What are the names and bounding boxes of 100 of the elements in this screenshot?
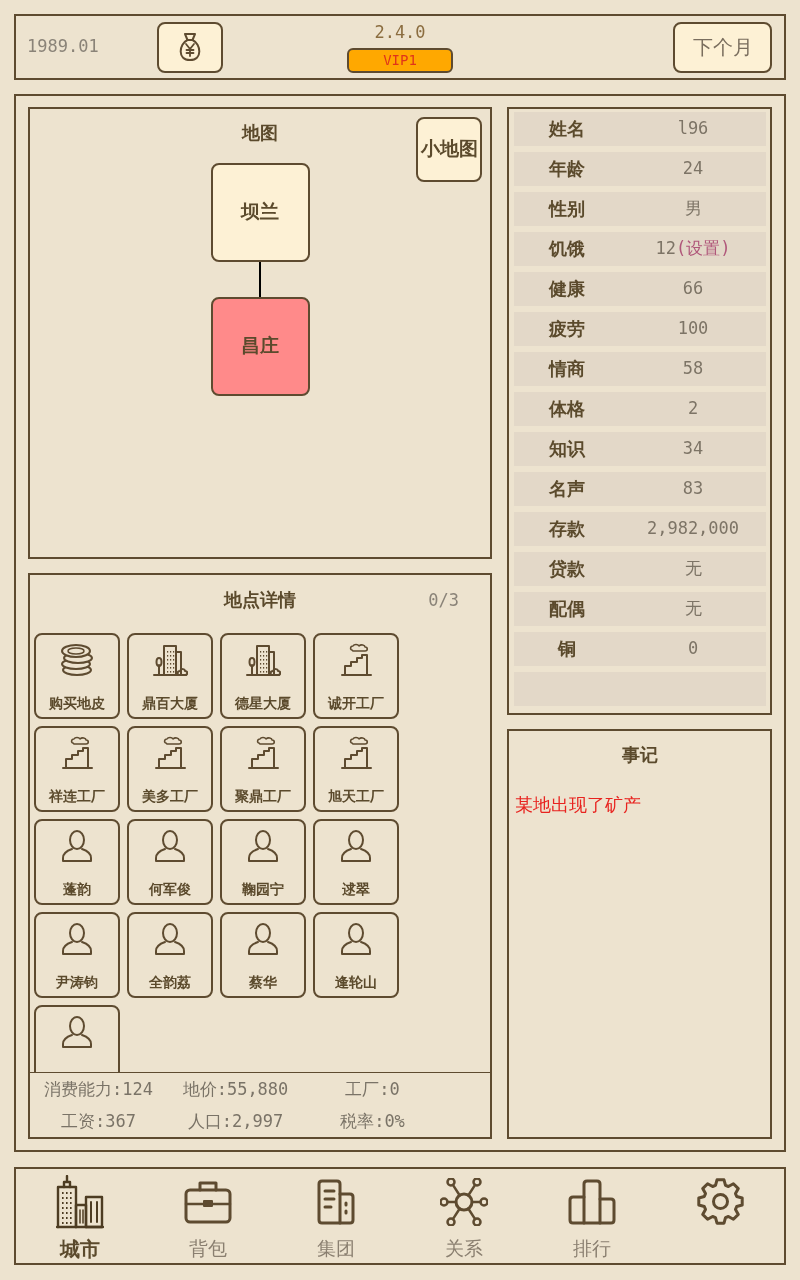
field-label: 性别 bbox=[549, 197, 585, 221]
card-label: 尹涛钧 bbox=[56, 973, 98, 991]
location-card[interactable]: 德星大厦 bbox=[220, 633, 306, 719]
field-label: 情商 bbox=[549, 357, 585, 381]
card-label: 鞠园宁 bbox=[242, 880, 284, 898]
field-label: 饥饿 bbox=[549, 237, 585, 261]
vip-badge: VIP1 bbox=[347, 47, 453, 73]
factory-icon bbox=[338, 643, 374, 677]
stat-text: 地价:55,880 bbox=[182, 1078, 289, 1101]
map-title: 地图 bbox=[242, 123, 278, 143]
field-value: 12 bbox=[655, 237, 676, 261]
person-icon bbox=[247, 922, 279, 956]
minimap-button[interactable]: 小地图 bbox=[416, 117, 482, 182]
field-value: 100 bbox=[677, 317, 709, 341]
gear-icon bbox=[696, 1178, 744, 1225]
factory-icon bbox=[245, 736, 281, 770]
location-card[interactable]: 旭天工厂 bbox=[313, 726, 399, 812]
office-building-icon bbox=[317, 1178, 355, 1225]
location-card[interactable]: 诚开工厂 bbox=[313, 633, 399, 719]
card-label: 全韵荔 bbox=[149, 973, 191, 991]
location-card[interactable]: 鞠园宁 bbox=[220, 819, 306, 905]
map-node[interactable]: 坝兰 bbox=[210, 163, 310, 262]
person-icon bbox=[61, 829, 93, 863]
next-month-button[interactable]: 下个月 bbox=[673, 21, 772, 73]
card-label: 祥连工厂 bbox=[49, 787, 105, 805]
location-card[interactable]: 逑翠 bbox=[313, 819, 399, 905]
field-value: 无 bbox=[684, 557, 702, 581]
location-card[interactable]: 全韵荔 bbox=[127, 912, 213, 998]
stat-text: 人口:2,997 bbox=[187, 1109, 284, 1133]
card-label: 鼎百大厦 bbox=[142, 694, 198, 712]
card-label: 诚开工厂 bbox=[328, 694, 384, 712]
location-card[interactable]: 蔡华 bbox=[220, 912, 306, 998]
field-value: 34 bbox=[682, 437, 704, 461]
location-card[interactable]: 尹涛钧 bbox=[34, 912, 120, 998]
card-label: 购买地皮 bbox=[49, 694, 105, 712]
field-value: 无 bbox=[684, 597, 702, 621]
card-label: 何军俊 bbox=[149, 880, 191, 898]
location-card[interactable]: 聚鼎工厂 bbox=[220, 726, 306, 812]
factory-icon bbox=[152, 736, 188, 770]
field-value: 66 bbox=[682, 277, 704, 301]
location-card[interactable]: 美多工厂 bbox=[127, 726, 213, 812]
field-label: 铜 bbox=[558, 637, 576, 661]
person-icon bbox=[340, 922, 372, 956]
connector-line bbox=[259, 262, 261, 297]
field-value: 2,982,000 bbox=[646, 517, 740, 541]
map-node[interactable]: 昌庄 bbox=[210, 297, 310, 396]
card-label: 蓬韵 bbox=[63, 880, 91, 898]
field-label: 知识 bbox=[549, 437, 585, 461]
nav-tab[interactable]: 城市 bbox=[16, 1169, 144, 1263]
location-title: 地点详情 bbox=[224, 590, 296, 610]
bar-chart-icon bbox=[568, 1178, 616, 1225]
events-title: 事记 bbox=[621, 745, 658, 765]
settings-link[interactable]: (设置) bbox=[676, 236, 731, 262]
location-card[interactable]: 何军俊 bbox=[127, 819, 213, 905]
card-label: 逑翠 bbox=[342, 880, 370, 898]
coins-icon bbox=[59, 643, 95, 677]
briefcase-icon bbox=[184, 1179, 232, 1224]
field-label: 名声 bbox=[549, 477, 585, 501]
office-building-icon bbox=[245, 643, 281, 677]
field-label: 健康 bbox=[549, 277, 585, 301]
person-icon bbox=[247, 829, 279, 863]
event-text: 某地出现了矿产 bbox=[515, 795, 642, 815]
stat-text: 消费能力:124 bbox=[44, 1078, 153, 1101]
location-card[interactable]: 祥连工厂 bbox=[34, 726, 120, 812]
stat-text: 工资:367 bbox=[61, 1109, 136, 1133]
location-card[interactable] bbox=[34, 1005, 120, 1072]
office-building-icon bbox=[152, 643, 188, 677]
date-label: 1989.01 bbox=[27, 35, 100, 59]
field-value: l96 bbox=[677, 117, 709, 141]
location-card[interactable]: 逢轮山 bbox=[313, 912, 399, 998]
person-icon bbox=[154, 922, 186, 956]
field-label: 姓名 bbox=[549, 117, 585, 141]
field-label: 年龄 bbox=[549, 157, 585, 181]
network-hub-icon bbox=[440, 1177, 488, 1226]
field-value: 58 bbox=[682, 357, 704, 381]
factory-icon bbox=[338, 736, 374, 770]
person-icon bbox=[154, 829, 186, 863]
field-label: 体格 bbox=[549, 397, 585, 421]
card-label: 美多工厂 bbox=[142, 787, 198, 805]
field-value: 83 bbox=[682, 477, 704, 501]
card-label: 旭天工厂 bbox=[328, 787, 384, 805]
card-label: 蔡华 bbox=[249, 973, 277, 991]
location-card[interactable]: 鼎百大厦 bbox=[127, 633, 213, 719]
location-card[interactable]: 购买地皮 bbox=[34, 633, 120, 719]
field-value: 男 bbox=[684, 197, 702, 221]
field-label: 配偶 bbox=[549, 597, 585, 621]
card-label: 聚鼎工厂 bbox=[235, 787, 291, 805]
field-value: 2 bbox=[687, 397, 699, 421]
card-label: 德星大厦 bbox=[235, 694, 291, 712]
person-icon bbox=[61, 922, 93, 956]
stat-text: 税率:0% bbox=[340, 1109, 405, 1133]
field-label: 贷款 bbox=[549, 557, 585, 581]
wallet-button[interactable] bbox=[157, 21, 223, 73]
field-label: 存款 bbox=[549, 517, 585, 541]
field-label: 疲劳 bbox=[549, 317, 585, 341]
slot-count: 0/3 bbox=[428, 590, 459, 610]
person-icon bbox=[61, 1015, 93, 1049]
field-value: 0 bbox=[687, 637, 699, 661]
location-card[interactable]: 蓬韵 bbox=[34, 819, 120, 905]
person-icon bbox=[340, 829, 372, 863]
